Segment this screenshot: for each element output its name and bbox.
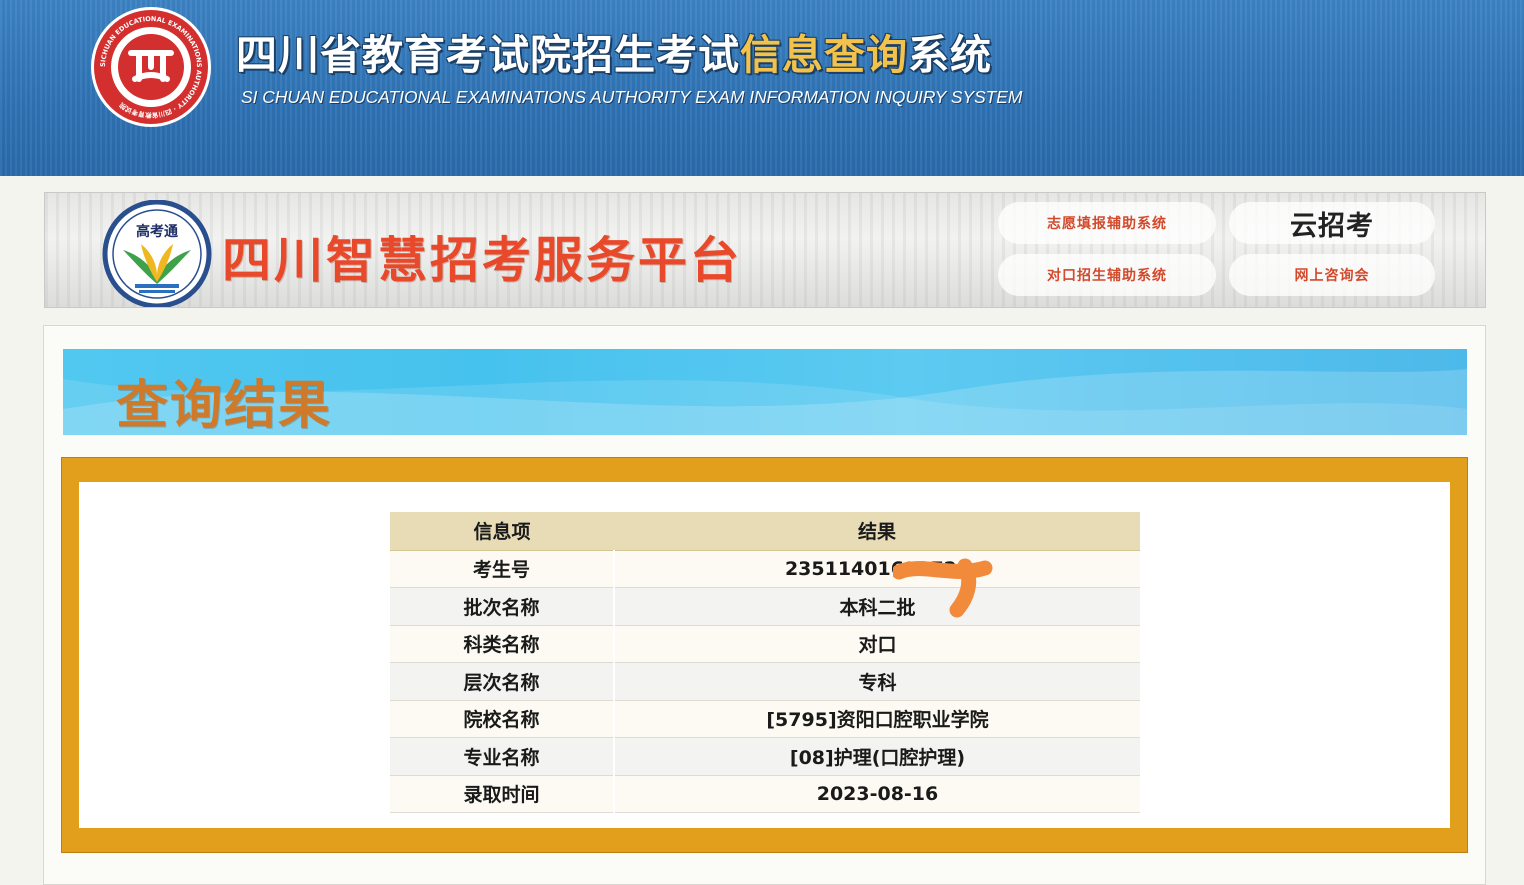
sceea-emblem-icon: SICHUAN EDUCATIONAL EXAMINATIONS AUTHORI… xyxy=(91,7,211,127)
row-value: 23511401613726 xyxy=(614,550,1140,588)
table-row: 科类名称 对口 xyxy=(390,625,1140,663)
result-header: 查询结果 xyxy=(63,349,1467,435)
header-info-item: 信息项 xyxy=(390,512,614,551)
row-key: 批次名称 xyxy=(390,587,615,626)
row-value: 2023-08-16 xyxy=(614,775,1140,813)
row-key: 考生号 xyxy=(390,550,615,588)
online-consult-button[interactable]: 网上咨询会 xyxy=(1229,254,1435,296)
result-table: 信息项 结果 考生号 23511401613726 批次名称 本科二批 科类名称… xyxy=(390,512,1140,813)
table-row: 批次名称 本科二批 xyxy=(390,587,1140,626)
row-value: 对口 xyxy=(614,625,1140,663)
table-header-row: 信息项 结果 xyxy=(390,512,1140,551)
row-key: 科类名称 xyxy=(390,625,615,663)
row-key: 专业名称 xyxy=(390,737,615,776)
row-key: 院校名称 xyxy=(390,700,615,738)
row-value: [08]护理(口腔护理) xyxy=(614,737,1140,776)
row-key: 层次名称 xyxy=(390,662,615,701)
row-value: [5795]资阳口腔职业学院 xyxy=(614,700,1140,738)
row-key: 录取时间 xyxy=(390,775,615,813)
table-row: 院校名称 [5795]资阳口腔职业学院 xyxy=(390,700,1140,738)
site-title-main: 四川省教育考试院招生考试 xyxy=(236,31,740,79)
header-result: 结果 xyxy=(614,512,1140,551)
row-value: 专科 xyxy=(614,662,1140,701)
result-title: 查询结果 xyxy=(116,376,333,435)
platform-banner: 高考通 四川智慧招考服务平台 志愿填报辅助系统 云招考 对口招生辅助系统 网上咨… xyxy=(44,192,1486,308)
gaokaotong-logo-icon: 高考通 xyxy=(102,200,212,307)
volunteer-assist-button[interactable]: 志愿填报辅助系统 xyxy=(998,202,1216,244)
top-header: SICHUAN EDUCATIONAL EXAMINATIONS AUTHORI… xyxy=(0,0,1524,176)
yun-zhaokao-button[interactable]: 云招考 xyxy=(1229,202,1435,244)
site-subtitle: SI CHUAN EDUCATIONAL EXAMINATIONS AUTHOR… xyxy=(241,87,1023,107)
site-title-end: 系统 xyxy=(908,31,992,79)
site-title: 四川省教育考试院招生考试信息查询系统 xyxy=(236,30,992,80)
site-title-highlight: 信息查询 xyxy=(740,31,908,79)
table-row: 专业名称 [08]护理(口腔护理) xyxy=(390,737,1140,776)
vocational-assist-button[interactable]: 对口招生辅助系统 xyxy=(998,254,1216,296)
table-row: 考生号 23511401613726 xyxy=(390,550,1140,588)
table-row: 录取时间 2023-08-16 xyxy=(390,775,1140,813)
banner-title: 四川智慧招考服务平台 xyxy=(222,231,743,289)
logo-text: 高考通 xyxy=(136,223,178,240)
table-row: 层次名称 专科 xyxy=(390,662,1140,701)
row-value: 本科二批 xyxy=(614,587,1140,626)
